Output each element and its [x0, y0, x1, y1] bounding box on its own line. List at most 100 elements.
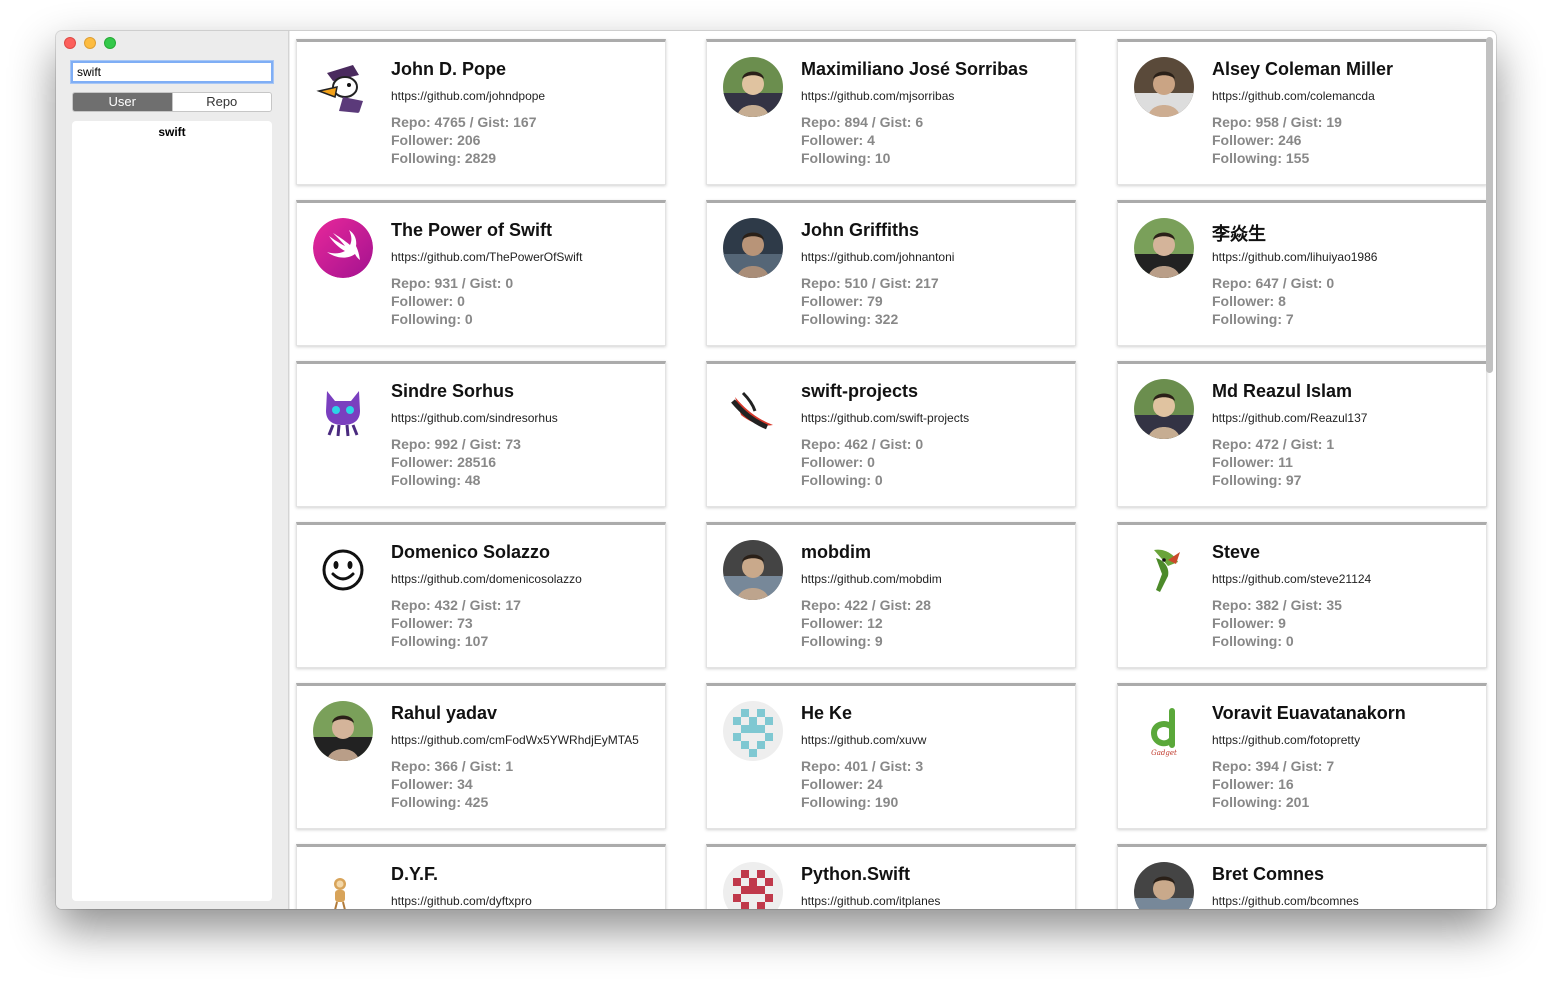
maximize-button[interactable]: [104, 37, 116, 49]
user-name: He Ke: [801, 703, 853, 723]
following-count: Following: 425: [391, 794, 489, 810]
user-card[interactable]: Maximiliano José Sorribas https://github.…: [706, 39, 1076, 185]
user-card[interactable]: Python.Swift https://github.com/itplanes: [706, 844, 1076, 909]
user-stats: Repo: 958 / Gist: 19 Follower: 246 Followi…: [1212, 113, 1342, 167]
photo-avatar: [723, 218, 783, 278]
user-name: Alsey Coleman Miller: [1212, 59, 1394, 79]
photo-avatar: [1134, 218, 1194, 278]
search-history-list: swift: [72, 121, 272, 901]
user-profile-link[interactable]: https://github.com/swift-projects: [801, 411, 969, 425]
user-profile-link[interactable]: https://github.com/fotopretty: [1212, 733, 1360, 747]
user-profile-link[interactable]: https://github.com/cmFodWx5YWRhdjEyMTA5: [391, 733, 639, 747]
user-stats: Repo: 4765 / Gist: 167 Follower: 206 Follo…: [391, 113, 537, 167]
repo-gist-count: Repo: 894 / Gist: 6: [801, 114, 924, 130]
following-count: Following: 0: [391, 311, 473, 327]
repo-gist-count: Repo: 422 / Gist: 28: [801, 597, 931, 613]
user-card[interactable]: swift-projects https://github.com/swift-p…: [706, 361, 1076, 507]
photo-avatar: [723, 540, 783, 600]
follower-count: Follower: 34: [391, 776, 473, 792]
user-profile-link[interactable]: https://github.com/sindresorhus: [391, 411, 558, 425]
user-card[interactable]: D.Y.F. https://github.com/dyftxpro: [296, 844, 666, 909]
following-count: Following: 0: [801, 472, 883, 488]
repo-gist-count: Repo: 366 / Gist: 1: [391, 758, 514, 774]
following-count: Following: 97: [1212, 472, 1302, 488]
following-count: Following: 190: [801, 794, 899, 810]
follower-count: Follower: 16: [1212, 776, 1294, 792]
user-name: Rahul yadav: [391, 703, 498, 723]
app-window: User Repo swift John D. Pope https://gith…: [56, 31, 1496, 909]
user-card[interactable]: Steve https://github.com/steve21124 Repo: …: [1117, 522, 1487, 668]
user-profile-link[interactable]: https://github.com/steve21124: [1212, 572, 1371, 586]
follower-count: Follower: 73: [391, 615, 473, 631]
following-count: Following: 322: [801, 311, 899, 327]
minimize-button[interactable]: [84, 37, 96, 49]
user-card[interactable]: Alsey Coleman Miller https://github.com/c…: [1117, 39, 1487, 185]
user-results-area[interactable]: John D. Pope https://github.com/johndpope…: [290, 31, 1496, 909]
repo-gist-count: Repo: 382 / Gist: 35: [1212, 597, 1342, 613]
segment-user[interactable]: User: [73, 93, 172, 111]
user-profile-link[interactable]: https://github.com/domenicosolazzo: [391, 572, 582, 586]
user-card[interactable]: Domenico Solazzo https://github.com/domen…: [296, 522, 666, 668]
user-name: Bret Comnes: [1212, 864, 1325, 884]
user-card[interactable]: He Ke https://github.com/xuvw Repo: 401 / …: [706, 683, 1076, 829]
user-card[interactable]: 李焱生 https://github.com/lihuiyao1986 Repo: …: [1117, 200, 1487, 346]
user-card[interactable]: John D. Pope https://github.com/johndpope…: [296, 39, 666, 185]
follower-count: Follower: 0: [391, 293, 465, 309]
following-count: Following: 48: [391, 472, 481, 488]
user-stats: Repo: 510 / Gist: 217 Follower: 79 Followi…: [801, 274, 939, 328]
user-name: 李焱生: [1212, 224, 1266, 244]
user-stats: Repo: 931 / Gist: 0 Follower: 0 Following:…: [391, 274, 513, 328]
svg-text:Gadget: Gadget: [1151, 749, 1177, 757]
following-count: Following: 7: [1212, 311, 1294, 327]
user-card[interactable]: Md Reazul Islam https://github.com/Reazul…: [1117, 361, 1487, 507]
photo-avatar: [723, 57, 783, 117]
follower-count: Follower: 246: [1212, 132, 1302, 148]
user-profile-link[interactable]: https://github.com/johndpope: [391, 89, 545, 103]
user-stats: Repo: 432 / Gist: 17 Follower: 73 Followin…: [391, 596, 521, 650]
user-card[interactable]: Rahul yadav https://github.com/cmFodWx5YW…: [296, 683, 666, 829]
user-stats: Repo: 394 / Gist: 7 Follower: 16 Following…: [1212, 757, 1334, 811]
user-card[interactable]: The Power of Swift https://github.com/The…: [296, 200, 666, 346]
user-profile-link[interactable]: https://github.com/xuvw: [801, 733, 926, 747]
user-card[interactable]: Sindre Sorhus https://github.com/sindreso…: [296, 361, 666, 507]
user-profile-link[interactable]: https://github.com/lihuiyao1986: [1212, 250, 1377, 264]
user-profile-link[interactable]: https://github.com/mjsorribas: [801, 89, 954, 103]
user-profile-link[interactable]: https://github.com/johnantoni: [801, 250, 954, 264]
user-profile-link[interactable]: https://github.com/Reazul137: [1212, 411, 1367, 425]
window-controls: [64, 37, 116, 49]
user-name: swift-projects: [801, 381, 919, 401]
vertical-scrollbar[interactable]: [1486, 37, 1493, 373]
user-stats: Repo: 366 / Gist: 1 Follower: 34 Following…: [391, 757, 513, 811]
duck-avatar: [313, 57, 373, 117]
following-count: Following: 201: [1212, 794, 1310, 810]
cat-avatar: [313, 379, 373, 439]
repo-gist-count: Repo: 401 / Gist: 3: [801, 758, 924, 774]
search-input[interactable]: [71, 61, 273, 83]
following-count: Following: 2829: [391, 150, 497, 166]
history-item[interactable]: swift: [72, 121, 272, 139]
following-count: Following: 0: [1212, 633, 1294, 649]
user-name: John D. Pope: [391, 59, 507, 79]
user-card[interactable]: Bret Comnes https://github.com/bcomnes: [1117, 844, 1487, 909]
parrot-avatar: [1134, 540, 1194, 600]
user-profile-link[interactable]: https://github.com/itplanes: [801, 894, 940, 908]
user-stats: Repo: 382 / Gist: 35 Follower: 9 Following…: [1212, 596, 1342, 650]
follower-count: Follower: 8: [1212, 293, 1286, 309]
following-count: Following: 9: [801, 633, 883, 649]
user-profile-link[interactable]: https://github.com/bcomnes: [1212, 894, 1359, 908]
user-card[interactable]: John Griffiths https://github.com/johnant…: [706, 200, 1076, 346]
user-profile-link[interactable]: https://github.com/colemancda: [1212, 89, 1375, 103]
user-profile-link[interactable]: https://github.com/mobdim: [801, 572, 942, 586]
close-button[interactable]: [64, 37, 76, 49]
user-name: Md Reazul Islam: [1212, 381, 1353, 401]
user-card[interactable]: Gadget Voravit Euavatanakorn https://githu…: [1117, 683, 1487, 829]
follower-count: Follower: 4: [801, 132, 875, 148]
user-card[interactable]: mobdim https://github.com/mobdim Repo: 422…: [706, 522, 1076, 668]
photo-avatar: [313, 701, 373, 761]
user-profile-link[interactable]: https://github.com/ThePowerOfSwift: [391, 250, 582, 264]
repo-gist-count: Repo: 958 / Gist: 19: [1212, 114, 1342, 130]
search-type-segmented-control[interactable]: User Repo: [72, 92, 272, 112]
user-name: Sindre Sorhus: [391, 381, 515, 401]
segment-repo[interactable]: Repo: [171, 93, 271, 111]
user-profile-link[interactable]: https://github.com/dyftxpro: [391, 894, 532, 908]
